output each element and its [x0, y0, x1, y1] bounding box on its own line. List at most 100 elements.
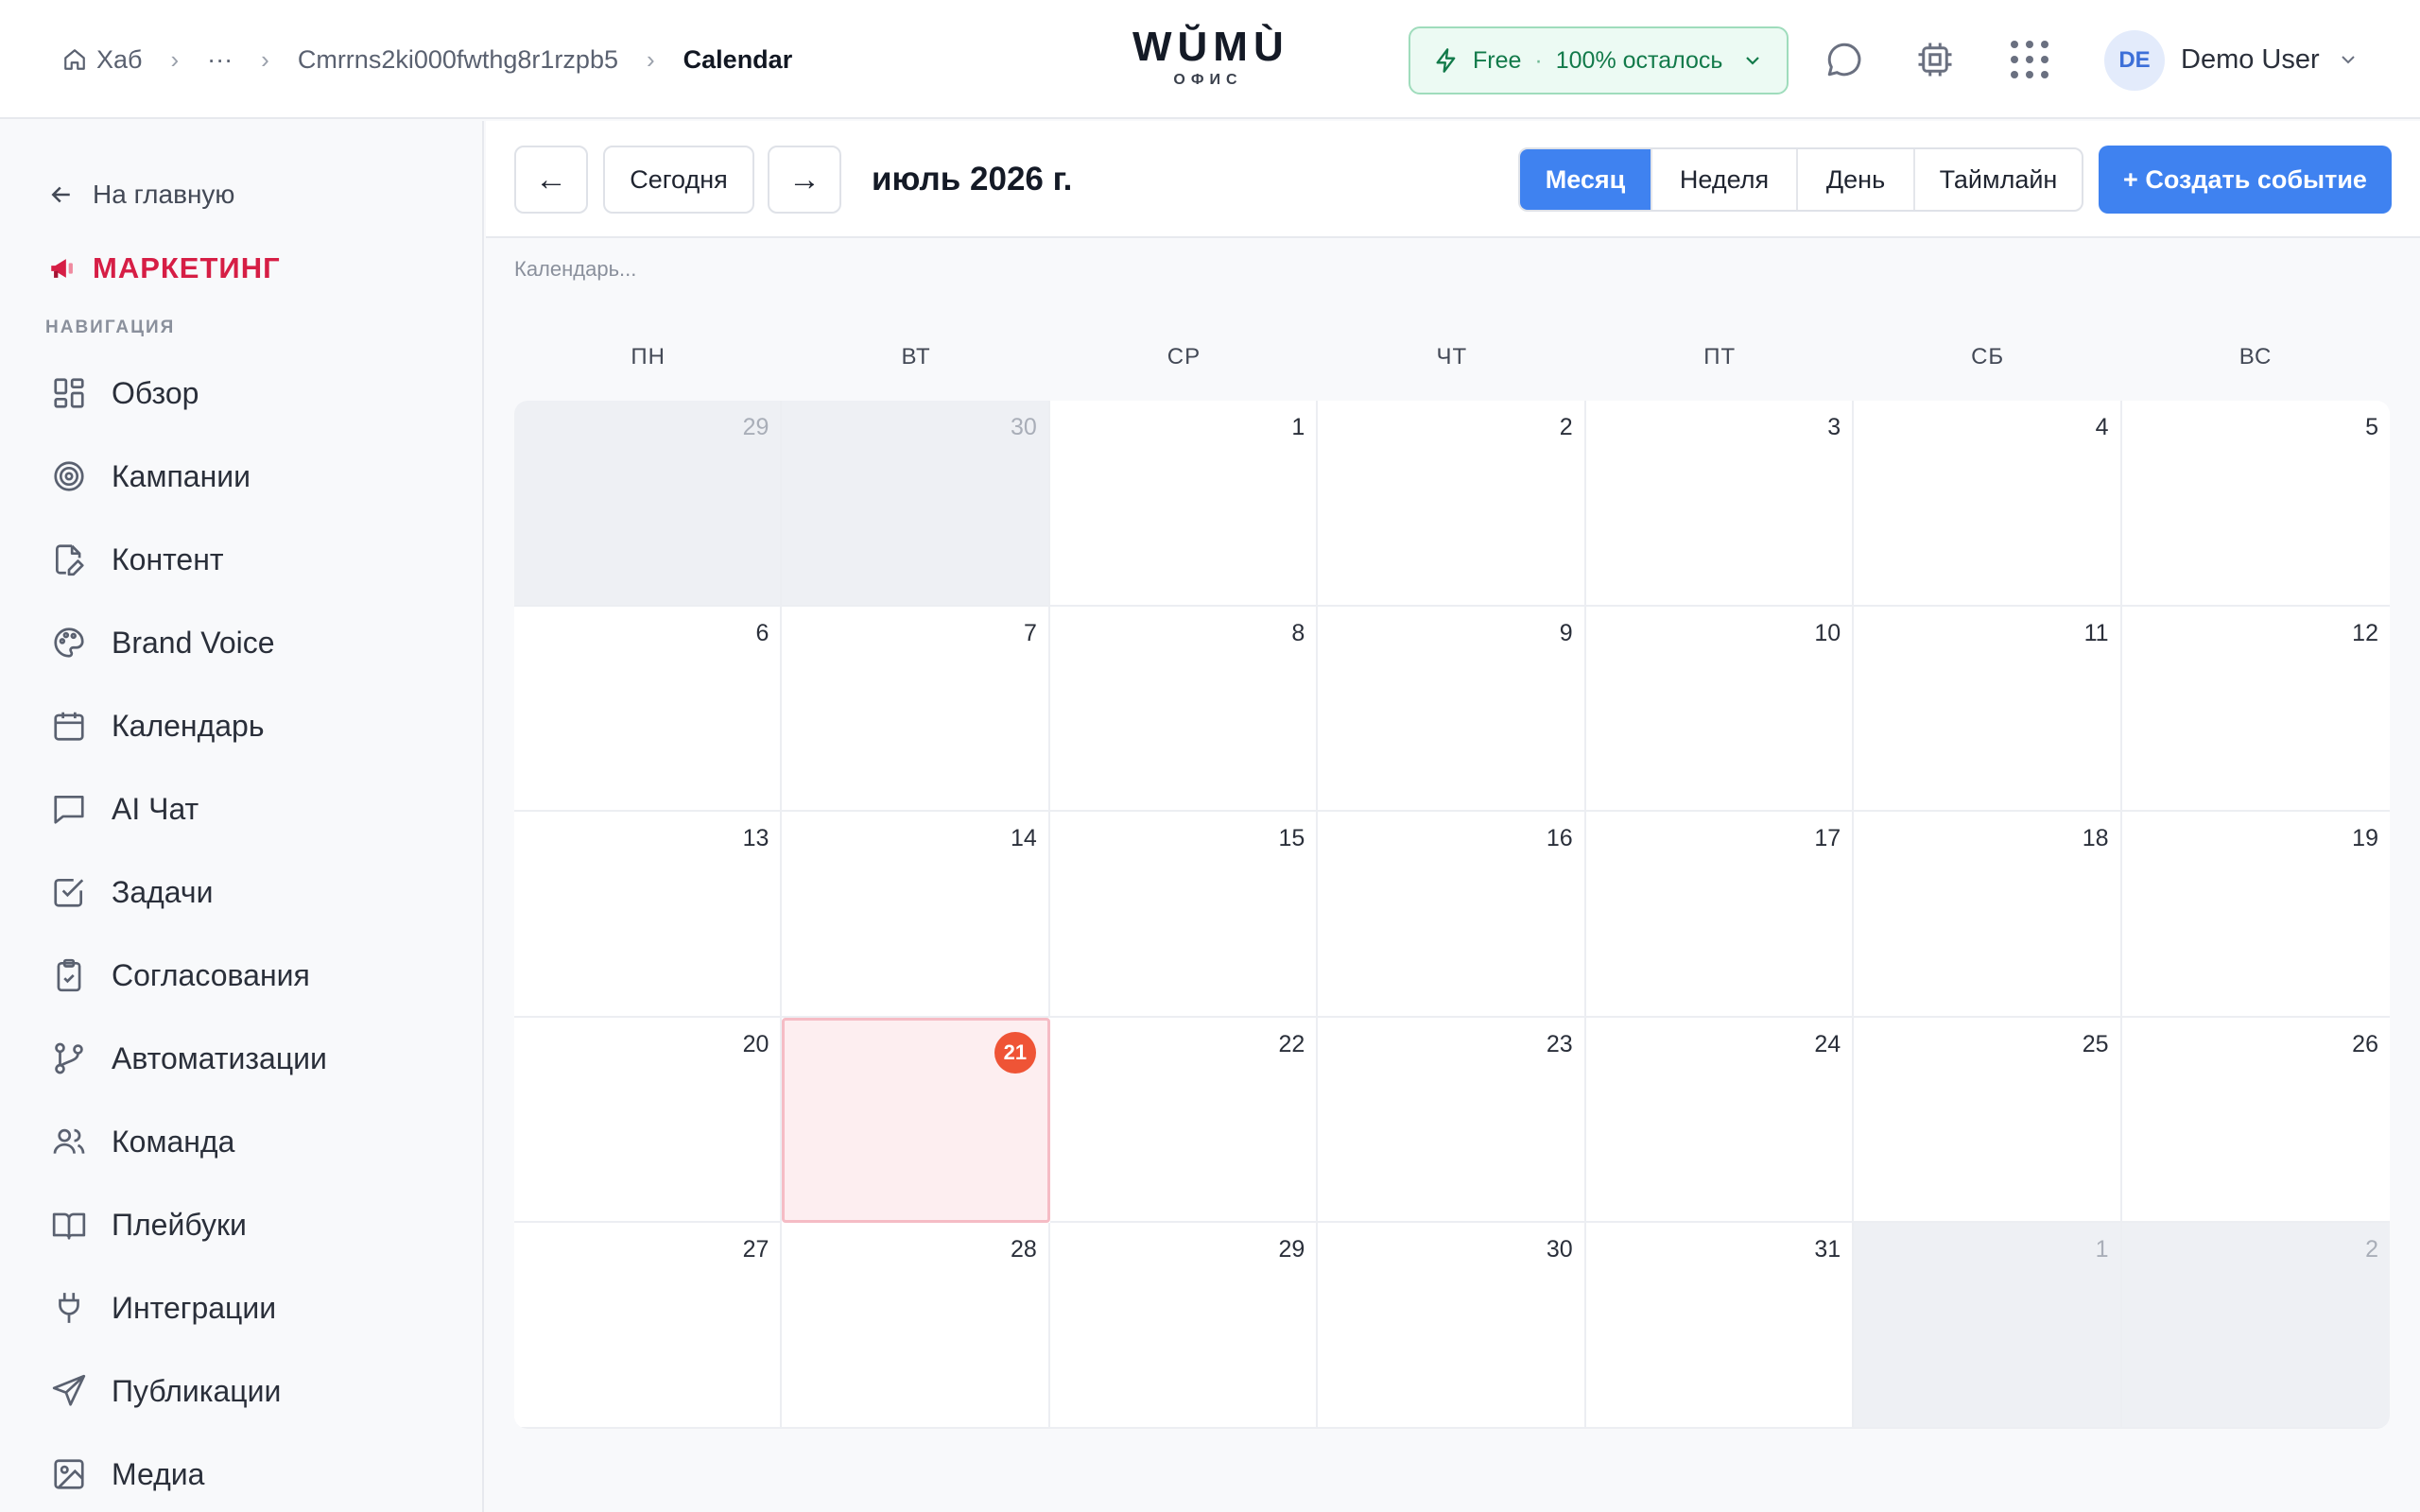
day-cell[interactable]: 2: [2121, 1223, 2390, 1429]
day-number: 29: [742, 414, 769, 440]
day-number: 28: [1011, 1236, 1037, 1263]
day-cell[interactable]: 17: [1585, 812, 1855, 1018]
day-number: 30: [1011, 414, 1037, 440]
day-cell[interactable]: 1: [1049, 401, 1319, 607]
sidebar-nav: Обзор Кампании Контент Brand Voice Кален…: [0, 352, 482, 1512]
breadcrumb-workspace[interactable]: Cmrrns2ki000fwthg8r1rzpb5: [298, 45, 618, 75]
day-cell[interactable]: 25: [1854, 1017, 2122, 1224]
day-cell[interactable]: 27: [514, 1223, 783, 1429]
create-event-button[interactable]: + Создать событие: [2099, 146, 2392, 214]
day-number: 6: [755, 619, 769, 646]
chevron-right-icon: ›: [261, 44, 269, 74]
day-cell[interactable]: 24: [1585, 1017, 1855, 1224]
tab-week[interactable]: Неделя: [1652, 149, 1798, 210]
day-cell[interactable]: 13: [514, 812, 783, 1018]
sidebar-item-label: Brand Voice: [112, 625, 275, 660]
sidebar-item-team[interactable]: Команда: [0, 1100, 482, 1183]
day-cell[interactable]: 5: [2121, 401, 2390, 607]
breadcrumb-home[interactable]: Хаб: [62, 45, 143, 75]
sidebar-item-approvals[interactable]: Согласования: [0, 934, 482, 1017]
chevron-right-icon: ›: [170, 44, 180, 74]
day-cell[interactable]: 30: [782, 401, 1050, 607]
sidebar-item-tasks[interactable]: Задачи: [0, 850, 482, 934]
day-number: 26: [2352, 1030, 2378, 1057]
ai-chip-button[interactable]: [1911, 36, 1959, 83]
day-number: 5: [2365, 414, 2378, 440]
day-number: 13: [742, 825, 769, 852]
avatar[interactable]: DE: [2104, 30, 2165, 91]
plan-usage-button[interactable]: Free · 100% осталось: [1409, 26, 1789, 94]
day-number: 15: [1278, 825, 1305, 852]
section-title-label: МАРКЕТИНГ: [93, 251, 281, 284]
sidebar-item-content[interactable]: Контент: [0, 518, 482, 601]
day-cell[interactable]: 31: [1585, 1223, 1855, 1429]
chevron-down-icon: [1746, 57, 1759, 65]
sidebar-item-playbooks[interactable]: Плейбуки: [0, 1183, 482, 1266]
day-cell[interactable]: 23: [1318, 1017, 1586, 1224]
tab-month[interactable]: Месяц: [1520, 149, 1652, 210]
day-cell[interactable]: 28: [782, 1223, 1050, 1429]
sidebar-item-brand-voice[interactable]: Brand Voice: [0, 601, 482, 684]
sidebar-item-label: Интеграции: [112, 1290, 277, 1325]
sidebar-item-integrations[interactable]: Интеграции: [0, 1266, 482, 1349]
sidebar-item-ai-chat[interactable]: AI Чат: [0, 767, 482, 850]
tab-timeline[interactable]: Таймлайн: [1915, 149, 2082, 210]
tab-day[interactable]: День: [1798, 149, 1915, 210]
sidebar-item-automations[interactable]: Автоматизации: [0, 1017, 482, 1100]
user-menu[interactable]: Demo User: [2181, 0, 2360, 119]
day-cell[interactable]: 2: [1318, 401, 1586, 607]
logo-subtitle: ОФИС: [1173, 72, 1243, 88]
day-cell[interactable]: 15: [1049, 812, 1319, 1018]
day-cell[interactable]: 16: [1318, 812, 1586, 1018]
sidebar-item-media[interactable]: Медиа: [0, 1433, 482, 1512]
logo[interactable]: WŬMÙ ОФИС: [1132, 25, 1284, 89]
day-cell[interactable]: 11: [1854, 606, 2122, 813]
weekday-label: ВТ: [901, 344, 931, 369]
day-number: 22: [1278, 1030, 1305, 1057]
day-cell[interactable]: 1: [1854, 1223, 2122, 1429]
day-cell[interactable]: 7: [782, 606, 1050, 813]
sidebar-item-campaigns[interactable]: Кампании: [0, 435, 482, 518]
day-cell[interactable]: 3: [1585, 401, 1855, 607]
view-switcher: Месяц Неделя День Таймлайн: [1518, 147, 2083, 212]
day-cell[interactable]: 18: [1854, 812, 2122, 1018]
day-cell[interactable]: 20: [514, 1017, 783, 1224]
sidebar-item-overview[interactable]: Обзор: [0, 352, 482, 435]
lightning-icon: [1436, 48, 1456, 73]
apps-button[interactable]: [2006, 36, 2053, 83]
day-number: 3: [1827, 414, 1841, 440]
sidebar-item-calendar[interactable]: Календарь: [0, 684, 482, 767]
day-cell-today[interactable]: 21: [782, 1017, 1050, 1224]
day-cell[interactable]: 30: [1318, 1223, 1586, 1429]
day-cell[interactable]: 9: [1318, 606, 1586, 813]
calendar-icon: [54, 712, 84, 741]
next-month-button[interactable]: →: [768, 146, 841, 214]
today-badge: 21: [994, 1031, 1036, 1074]
top-bar: Хаб › ··· › Cmrrns2ki000fwthg8r1rzpb5 › …: [0, 0, 2420, 119]
weekday-header: ПН ВТ СР ЧТ ПТ СБ ВС: [514, 344, 2390, 370]
sidebar-item-publications[interactable]: Публикации: [0, 1349, 482, 1433]
back-label: На главную: [93, 180, 235, 209]
sidebar-item-label: Календарь: [112, 708, 265, 743]
day-cell[interactable]: 29: [514, 401, 783, 607]
megaphone-icon: [51, 259, 73, 278]
day-cell[interactable]: 8: [1049, 606, 1319, 813]
day-cell[interactable]: 10: [1585, 606, 1855, 813]
breadcrumb-current: Calendar: [683, 44, 793, 74]
prev-month-button[interactable]: ←: [514, 146, 588, 214]
back-to-home-link[interactable]: На главную: [47, 180, 234, 210]
day-cell[interactable]: 29: [1049, 1223, 1319, 1429]
day-cell[interactable]: 12: [2121, 606, 2390, 813]
day-cell[interactable]: 26: [2121, 1017, 2390, 1224]
sidebar-item-label: Плейбуки: [112, 1207, 247, 1242]
breadcrumb-ellipsis[interactable]: ···: [207, 45, 233, 75]
sidebar-item-label: Медиа: [112, 1456, 205, 1491]
chat-button[interactable]: [1821, 36, 1868, 83]
day-cell[interactable]: 14: [782, 812, 1050, 1018]
today-button[interactable]: Сегодня: [603, 146, 754, 214]
day-number: 18: [2082, 825, 2109, 852]
day-cell[interactable]: 6: [514, 606, 783, 813]
day-cell[interactable]: 22: [1049, 1017, 1319, 1224]
day-cell[interactable]: 4: [1854, 401, 2122, 607]
day-cell[interactable]: 19: [2121, 812, 2390, 1018]
